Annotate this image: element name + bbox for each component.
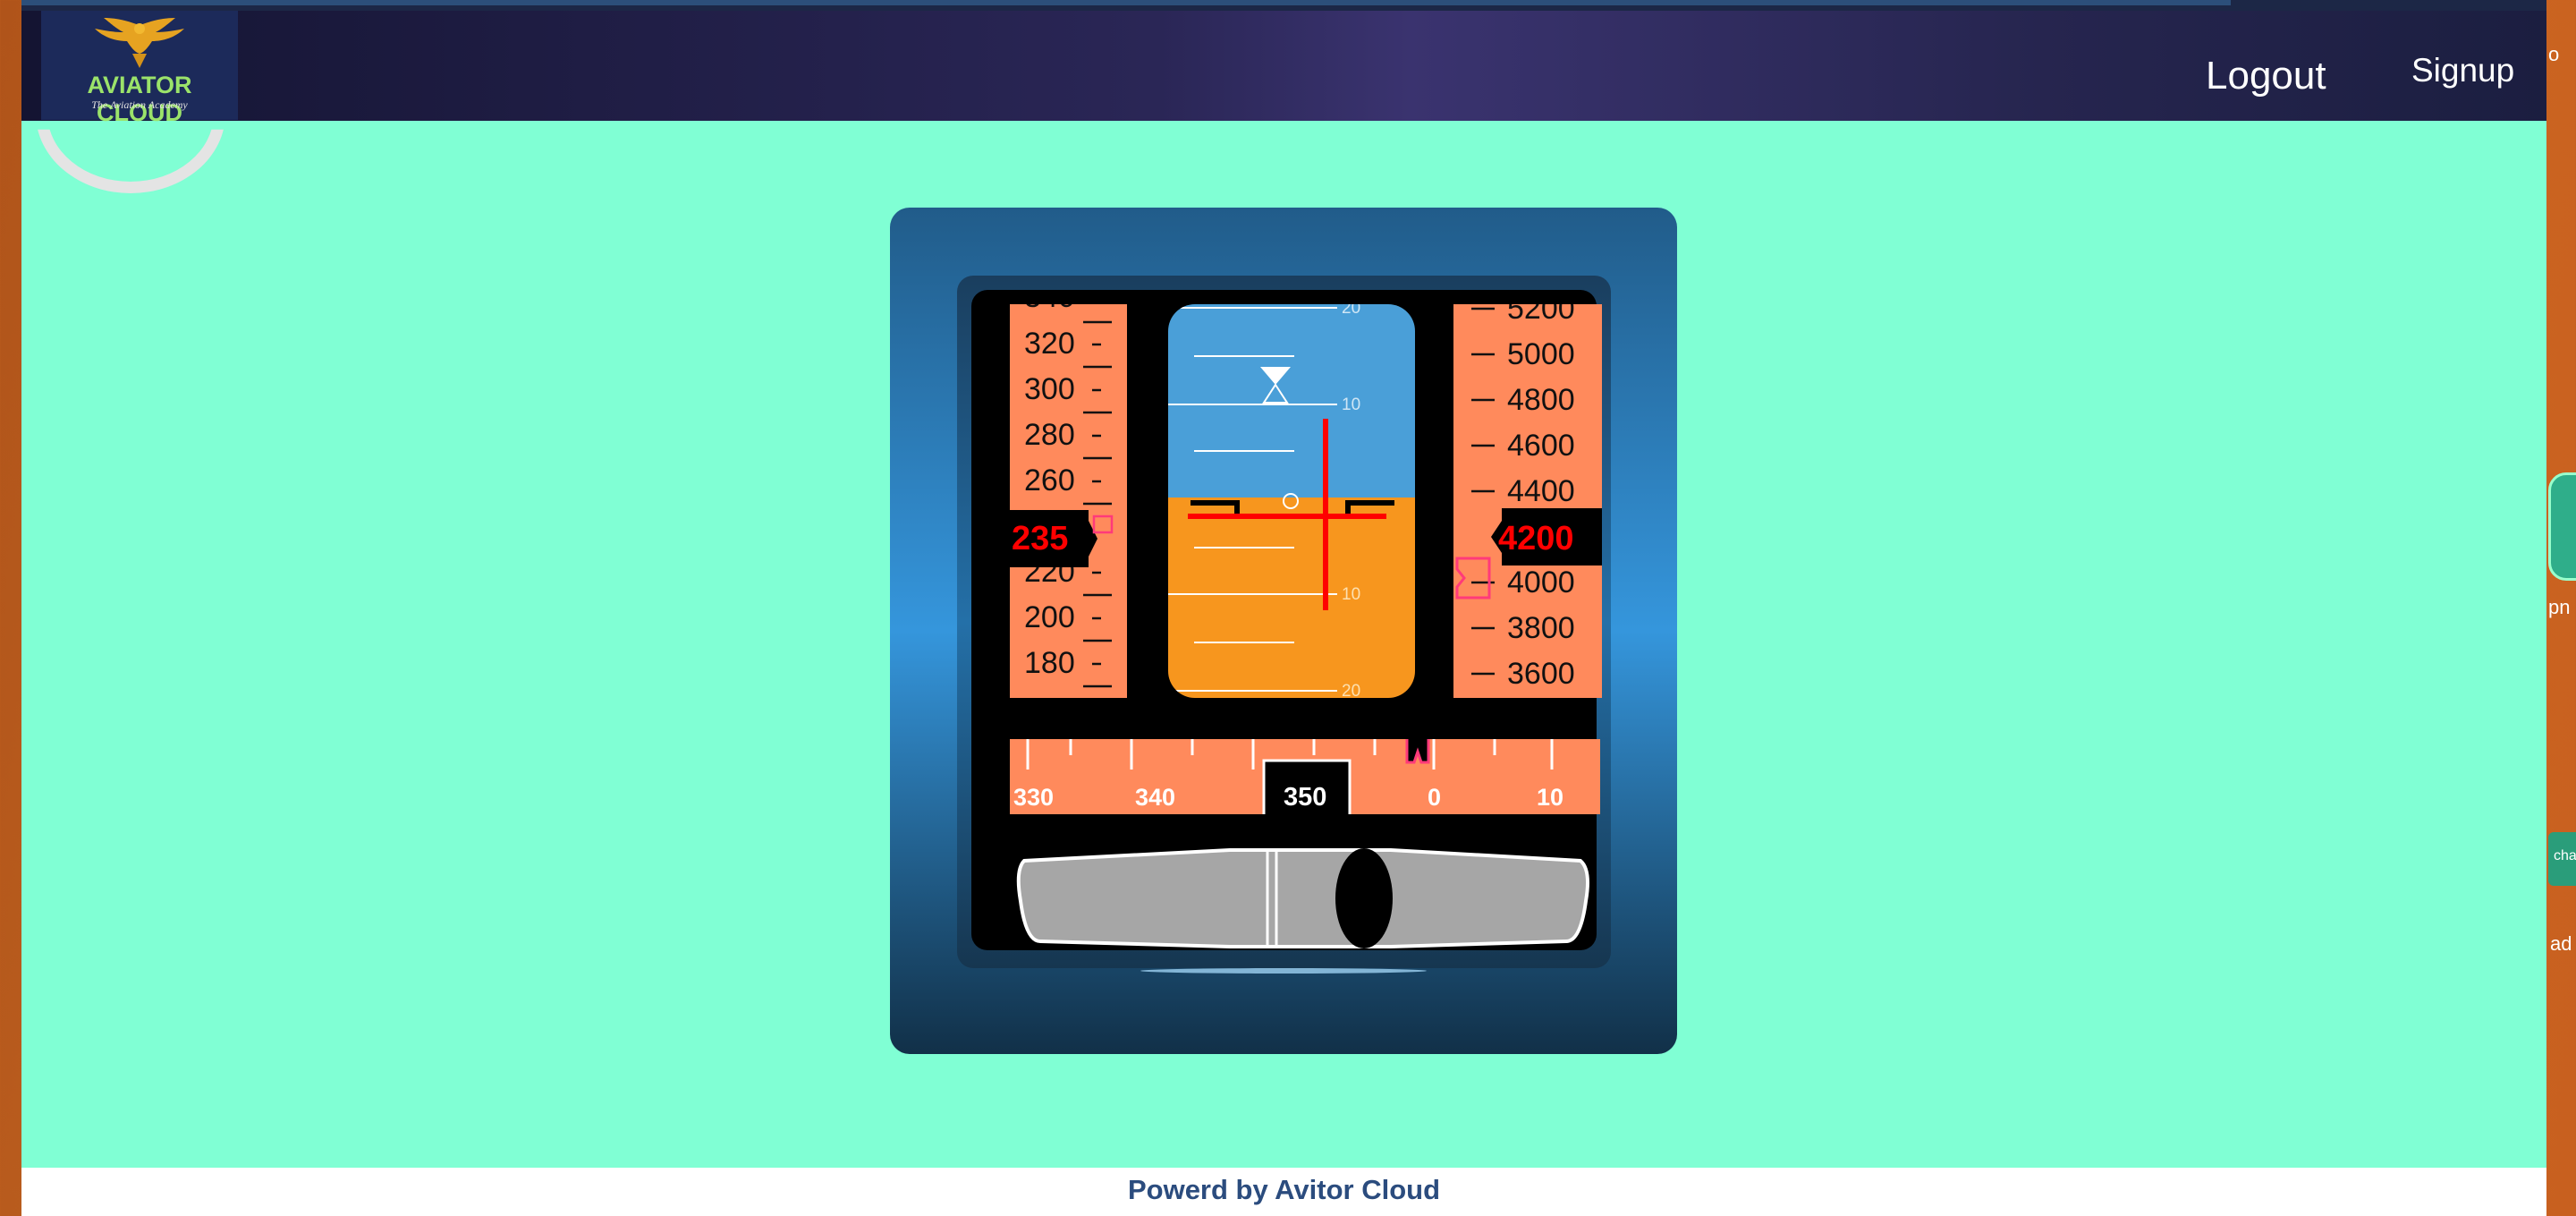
edge-chat-widget[interactable]: cha (2548, 832, 2576, 886)
heading-tape: 330 340 0 10 350 (1010, 739, 1600, 814)
pitch-label: 20 (1342, 682, 1360, 701)
background-window-edge: o pn ad (2546, 0, 2576, 1216)
brand-tagline: The Aviation Academy (91, 98, 188, 111)
logo[interactable]: AVIATOR CLOUD The Aviation Academy (41, 11, 238, 126)
heading-readout: 350 (1284, 783, 1326, 812)
edge-text-fragment: ad (2550, 932, 2572, 955)
airspeed-tick-label: 280 (1024, 418, 1075, 452)
eagle-logo-icon (95, 18, 184, 68)
airspeed-tick-label: 180 (1024, 646, 1075, 680)
slip-ball (1335, 848, 1393, 948)
app-container: AVIATOR CLOUD The Aviation Academy Logou… (21, 0, 2546, 1216)
signup-link[interactable]: Signup (2411, 52, 2514, 89)
altitude-tick-label: 4600 (1507, 429, 1575, 463)
altitude-tick-label: 3800 (1507, 611, 1575, 645)
top-strip (21, 0, 2546, 11)
airspeed-tick-label: 260 (1024, 463, 1075, 497)
edge-chat-label: cha (2554, 848, 2576, 863)
primary-flight-display: 340 320 300 280 260 220 200 180 160 (890, 208, 1677, 1059)
heading-label: 340 (1135, 784, 1175, 811)
altitude-tape: 5200 5000 4800 4600 4400 4000 3800 3600 (1453, 304, 1602, 698)
airspeed-tape: 340 320 300 280 260 220 200 180 160 (1010, 304, 1127, 698)
footer-text: Powerd by Avitor Cloud (1127, 1174, 1441, 1205)
logout-link[interactable]: Logout (2206, 54, 2326, 98)
edge-widget[interactable] (2548, 472, 2576, 581)
altitude-tick-label: 5000 (1507, 337, 1575, 371)
altitude-tick-label: 4800 (1507, 383, 1575, 417)
altitude-tick-label: 4400 (1507, 474, 1575, 508)
heading-label: 10 (1537, 784, 1563, 811)
attitude-indicator: 20 10 10 20 (1168, 304, 1415, 701)
airspeed-tick-label: 200 (1024, 600, 1075, 634)
pitch-label: 10 (1342, 585, 1360, 604)
slip-indicator (1016, 848, 1589, 948)
altitude-tick-label: 3600 (1507, 657, 1575, 691)
pitch-label: 10 (1342, 395, 1360, 414)
heading-label: 330 (1013, 784, 1054, 811)
airspeed-readout: 235 (1012, 520, 1068, 557)
navbar: AVIATOR CLOUD The Aviation Academy Logou… (21, 11, 2546, 126)
airspeed-tick-label: 300 (1024, 372, 1075, 406)
edge-text-fragment: o (2548, 43, 2560, 65)
altitude-tick-label: 4000 (1507, 565, 1575, 599)
footer: Powerd by Avitor Cloud (21, 1168, 2546, 1216)
altitude-readout: 4200 (1498, 520, 1574, 557)
pfd-svg: 340 320 300 280 260 220 200 180 160 (890, 208, 1677, 1054)
edge-text-fragment: pn (2548, 596, 2571, 618)
heading-label: 0 (1428, 784, 1441, 811)
airspeed-tick-label: 320 (1024, 327, 1075, 361)
